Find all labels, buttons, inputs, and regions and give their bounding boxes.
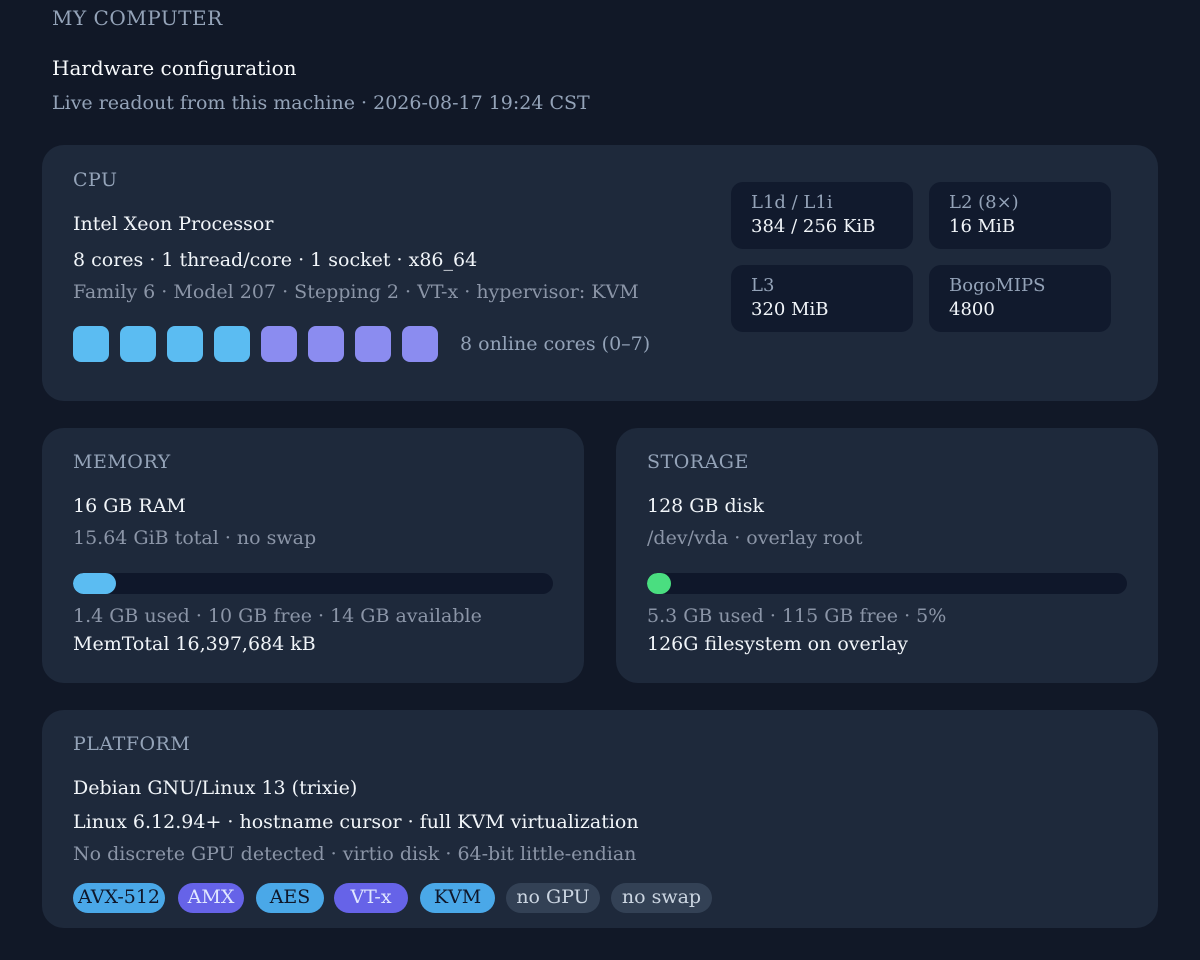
- storage-headline: 128 GB disk: [647, 495, 764, 517]
- cpu-details: Family 6 · Model 207 · Stepping 2 · VT-x…: [73, 281, 639, 303]
- stat-value: 4800: [949, 299, 995, 320]
- stat-value: 16 MiB: [949, 216, 1016, 237]
- memory-usage-text: 1.4 GB used · 10 GB free · 14 GB availab…: [73, 605, 482, 627]
- platform-os: Debian GNU/Linux 13 (trixie): [73, 777, 358, 799]
- stat-value: 384 / 256 KiB: [751, 216, 876, 237]
- core-indicator: [73, 326, 109, 362]
- cpu-topology: 8 cores · 1 thread/core · 1 socket · x86…: [73, 249, 478, 271]
- tag-amx: AMX: [178, 883, 244, 913]
- memory-raw: MemTotal 16,397,684 kB: [73, 633, 316, 655]
- stat-l1-cache: L1d / L1i 384 / 256 KiB: [731, 182, 913, 249]
- cpu-model: Intel Xeon Processor: [73, 213, 274, 235]
- storage-usage-bar: [647, 573, 1127, 594]
- cpu-card: CPU Intel Xeon Processor 8 cores · 1 thr…: [42, 145, 1158, 401]
- page-title: Hardware configuration: [52, 56, 297, 80]
- stat-l2-cache: L2 (8×) 16 MiB: [929, 182, 1111, 249]
- storage-usage-fill: [647, 573, 671, 594]
- stat-bogomips: BogoMIPS 4800: [929, 265, 1111, 332]
- core-indicator: [120, 326, 156, 362]
- stat-label: L2 (8×): [949, 192, 1019, 213]
- cpu-section-label: CPU: [73, 169, 118, 191]
- stat-value: 320 MiB: [751, 299, 829, 320]
- platform-details: No discrete GPU detected · virtio disk ·…: [73, 843, 637, 865]
- memory-headline: 16 GB RAM: [73, 495, 186, 517]
- tag-no-gpu: no GPU: [506, 883, 600, 913]
- stat-label: BogoMIPS: [949, 275, 1046, 296]
- stat-l3-cache: L3 320 MiB: [731, 265, 913, 332]
- core-grid: 8 online cores (0–7): [73, 326, 650, 362]
- tag-vtx: VT-x: [334, 883, 408, 913]
- tag-no-swap: no swap: [611, 883, 712, 913]
- tag-aes: AES: [256, 883, 324, 913]
- page-eyebrow: MY COMPUTER: [52, 6, 223, 30]
- core-indicator: [308, 326, 344, 362]
- storage-usage-text: 5.3 GB used · 115 GB free · 5%: [647, 605, 947, 627]
- tag-avx512: AVX-512: [73, 883, 165, 913]
- storage-card: STORAGE 128 GB disk /dev/vda · overlay r…: [616, 428, 1158, 683]
- core-indicator: [167, 326, 203, 362]
- core-indicator: [261, 326, 297, 362]
- memory-usage-bar: [73, 573, 553, 594]
- storage-detail: /dev/vda · overlay root: [647, 527, 863, 549]
- platform-section-label: PLATFORM: [73, 733, 191, 755]
- storage-raw: 126G filesystem on overlay: [647, 633, 908, 655]
- memory-section-label: MEMORY: [73, 451, 171, 473]
- platform-kernel: Linux 6.12.94+ · hostname cursor · full …: [73, 811, 639, 833]
- platform-card: PLATFORM Debian GNU/Linux 13 (trixie) Li…: [42, 710, 1158, 928]
- tag-kvm: KVM: [420, 883, 495, 913]
- storage-section-label: STORAGE: [647, 451, 749, 473]
- core-indicator: [355, 326, 391, 362]
- core-indicator: [402, 326, 438, 362]
- stat-label: L1d / L1i: [751, 192, 833, 213]
- stat-label: L3: [751, 275, 775, 296]
- memory-usage-fill: [73, 573, 117, 594]
- memory-card: MEMORY 16 GB RAM 15.64 GiB total · no sw…: [42, 428, 584, 683]
- memory-detail: 15.64 GiB total · no swap: [73, 527, 317, 549]
- cores-label: 8 online cores (0–7): [460, 333, 651, 355]
- core-indicator: [214, 326, 250, 362]
- page-subtitle: Live readout from this machine · 2026-08…: [52, 92, 590, 114]
